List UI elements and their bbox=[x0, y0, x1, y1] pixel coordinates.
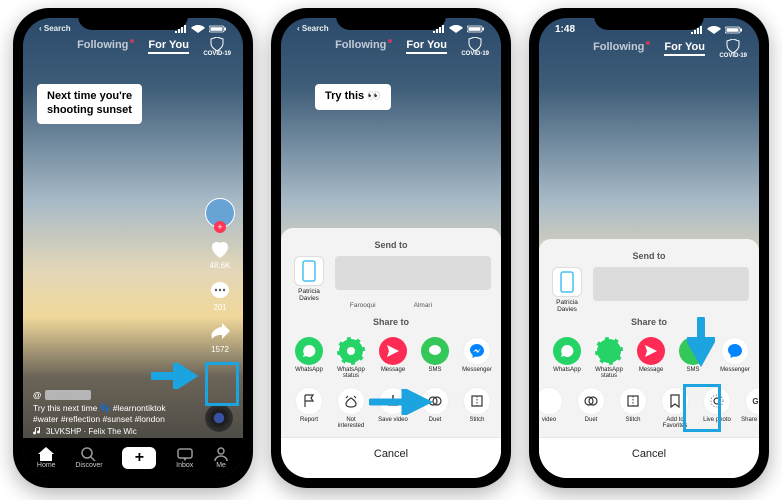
tab-following[interactable]: Following bbox=[593, 41, 650, 56]
right-column: + 48,6K 201 1572 bbox=[205, 198, 235, 354]
music-icon bbox=[33, 427, 42, 436]
action-stitch[interactable]: Stitch bbox=[615, 387, 651, 429]
tab-discover[interactable]: Discover bbox=[75, 447, 102, 469]
cancel-button[interactable]: Cancel bbox=[539, 437, 759, 478]
contact-label: Almari bbox=[414, 302, 432, 309]
share-messenger[interactable]: Messenger bbox=[459, 337, 495, 379]
blurred-contacts bbox=[593, 267, 749, 301]
action-not-interested[interactable]: Not interested bbox=[333, 387, 369, 429]
back-search[interactable]: ‹ Search bbox=[39, 24, 71, 33]
top-nav: Following For You COVID-19 bbox=[539, 35, 759, 62]
contact-item[interactable]: Patricia Davies bbox=[549, 267, 585, 313]
bottom-info: @user Try this next time 👣 #learnontikto… bbox=[33, 390, 183, 436]
phone-2: ‹ Search Following For You COVID-19 Try … bbox=[271, 8, 511, 488]
annotation-box bbox=[205, 362, 239, 406]
tab-inbox[interactable]: Inbox bbox=[176, 447, 193, 469]
status-icons bbox=[433, 25, 485, 33]
tab-foryou[interactable]: For You bbox=[148, 39, 189, 54]
status-icons bbox=[175, 25, 227, 33]
status-bar: ‹ Search bbox=[281, 18, 501, 33]
cancel-button[interactable]: Cancel bbox=[281, 437, 501, 478]
follow-plus-icon[interactable]: + bbox=[214, 221, 226, 233]
top-nav: Following For You COVID-19 bbox=[281, 33, 501, 60]
tab-foryou[interactable]: For You bbox=[406, 39, 447, 54]
status-icons bbox=[691, 26, 743, 34]
share-button[interactable]: 1572 bbox=[209, 322, 231, 354]
action-gif[interactable]: GIFShare as GIF bbox=[741, 387, 759, 429]
annotation-box bbox=[683, 384, 721, 432]
share-row: WhatsApp WhatsApp status Message SMS Mes… bbox=[539, 333, 759, 383]
share-row: WhatsApp WhatsApp status Message SMS Mes… bbox=[281, 333, 501, 383]
share-message[interactable]: Message bbox=[633, 337, 669, 379]
share-sheet: Send to Patricia Davies .FarooquiAlmari.… bbox=[281, 228, 501, 478]
tab-following[interactable]: Following bbox=[77, 39, 134, 54]
sound-disc[interactable] bbox=[205, 404, 233, 432]
caption-bubble: Try this 👀 bbox=[315, 84, 391, 110]
share-sms[interactable]: SMS bbox=[417, 337, 453, 379]
shareto-label: Share to bbox=[539, 317, 759, 327]
phone-1: ‹ Search Following For You COVID-19 Next… bbox=[13, 8, 253, 488]
share-sheet: Send to Patricia Davies Share to WhatsAp… bbox=[539, 239, 759, 478]
share-whatsapp[interactable]: WhatsApp bbox=[291, 337, 327, 379]
like-button[interactable]: 48,6K bbox=[209, 238, 231, 270]
top-nav: Following For You COVID-19 bbox=[23, 33, 243, 60]
tab-foryou[interactable]: For You bbox=[664, 41, 705, 56]
annotation-arrow bbox=[151, 363, 201, 394]
share-messenger[interactable]: Messenger bbox=[717, 337, 753, 379]
covid-badge[interactable]: COVID-19 bbox=[719, 39, 747, 59]
profile-avatar[interactable]: + bbox=[205, 198, 235, 228]
tab-create[interactable]: + bbox=[122, 447, 156, 469]
status-bar: ‹ Search bbox=[23, 18, 243, 33]
phone-3: 1:48 Following For You COVID-19 Send to … bbox=[529, 8, 769, 488]
annotation-arrow bbox=[369, 389, 433, 420]
blurred-contacts bbox=[335, 256, 491, 290]
action-video[interactable]: video bbox=[539, 387, 567, 429]
share-message[interactable]: Message bbox=[375, 337, 411, 379]
tab-home[interactable]: Home bbox=[37, 447, 56, 469]
shareto-label: Share to bbox=[281, 317, 501, 327]
annotation-arrow-down bbox=[687, 317, 715, 372]
action-duet[interactable]: Duet bbox=[573, 387, 609, 429]
sendto-label: Send to bbox=[539, 251, 759, 261]
share-whatsapp[interactable]: WhatsApp bbox=[549, 337, 585, 379]
tab-following[interactable]: Following bbox=[335, 39, 392, 54]
share-whatsapp-status[interactable]: WhatsApp status bbox=[591, 337, 627, 379]
covid-badge[interactable]: COVID-19 bbox=[203, 37, 231, 57]
contact-label: Farooqui bbox=[350, 302, 376, 309]
action-report[interactable]: Report bbox=[291, 387, 327, 429]
action-row: video Duet Stitch Add to Favorites Live … bbox=[539, 383, 759, 437]
sendto-label: Send to bbox=[281, 240, 501, 250]
caption-text: Try this next time 👣 #learnontiktok #wat… bbox=[33, 403, 183, 424]
contact-item[interactable]: Patricia Davies bbox=[291, 256, 327, 302]
tab-me[interactable]: Me bbox=[213, 447, 229, 469]
share-whatsapp-status[interactable]: WhatsApp status bbox=[333, 337, 369, 379]
status-time: 1:48 bbox=[555, 24, 575, 35]
caption-bubble: Next time you're shooting sunset bbox=[37, 84, 142, 124]
comment-button[interactable]: 201 bbox=[209, 280, 231, 312]
covid-badge[interactable]: COVID-19 bbox=[461, 37, 489, 57]
tab-bar: Home Discover + Inbox Me bbox=[23, 438, 243, 478]
status-bar: 1:48 bbox=[539, 18, 759, 35]
action-stitch[interactable]: Stitch bbox=[459, 387, 495, 429]
music-info[interactable]: 3LVKSHP · Felix The Wic bbox=[33, 427, 183, 436]
back-search[interactable]: ‹ Search bbox=[297, 24, 329, 33]
